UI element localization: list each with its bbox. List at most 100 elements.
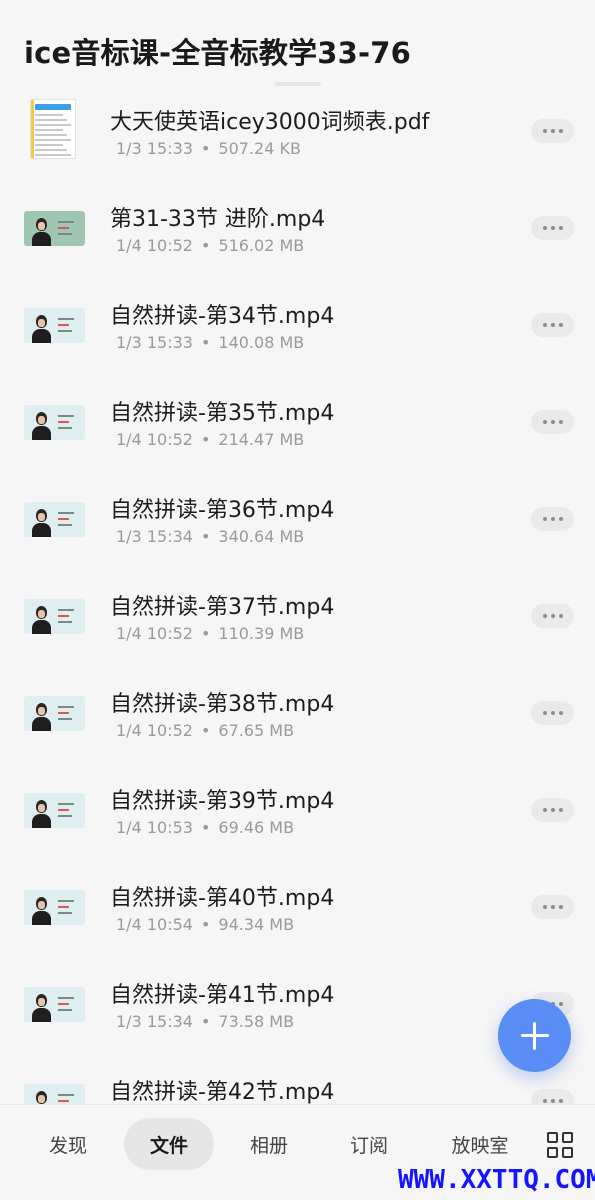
more-options-button[interactable] [531, 798, 574, 822]
file-meta: 1/4 10:52 • 67.65 MB [116, 721, 294, 740]
meta-separator: • [200, 527, 211, 546]
file-name: 自然拼读-第36节.mp4 [110, 498, 335, 523]
file-date: 1/3 15:33 [116, 139, 193, 158]
file-row[interactable]: 第31-33节 进阶.mp4 1/4 10:52 • 516.02 MB [0, 179, 595, 276]
page-title: ice音标课-全音标教学33-76 [24, 36, 411, 70]
file-meta: 1/4 10:52 • 516.02 MB [116, 236, 304, 255]
video-thumbnail [24, 696, 85, 731]
file-row[interactable]: 大天使英语icey3000词频表.pdf 1/3 15:33 • 507.24 KB [0, 82, 595, 179]
file-row[interactable]: 自然拼读-第39节.mp4 1/4 10:53 • 69.46 MB [0, 761, 595, 858]
file-date: 1/4 10:52 [116, 430, 193, 449]
file-size: 73.58 MB [218, 1012, 295, 1031]
file-name: 自然拼读-第34节.mp4 [110, 304, 335, 329]
more-options-button[interactable] [531, 313, 574, 337]
file-date: 1/3 15:34 [116, 1012, 193, 1031]
file-size: 214.47 MB [218, 430, 305, 449]
header: ice音标课-全音标教学33-76 [0, 0, 595, 90]
file-row[interactable]: 自然拼读-第38节.mp4 1/4 10:52 • 67.65 MB [0, 664, 595, 761]
video-thumbnail [24, 308, 85, 343]
file-list[interactable]: 大天使英语icey3000词频表.pdf 1/3 15:33 • 507.24 KB 第… [0, 82, 595, 1149]
file-name: 自然拼读-第38节.mp4 [110, 692, 335, 717]
file-row[interactable]: 自然拼读-第36节.mp4 1/3 15:34 • 340.64 MB [0, 470, 595, 567]
file-meta: 1/3 15:34 • 340.64 MB [116, 527, 304, 546]
file-size: 507.24 KB [218, 139, 301, 158]
file-date: 1/4 10:54 [116, 915, 193, 934]
meta-separator: • [200, 818, 211, 837]
file-name: 自然拼读-第42节.mp4 [110, 1080, 335, 1105]
file-row[interactable]: 自然拼读-第34节.mp4 1/3 15:33 • 140.08 MB [0, 276, 595, 373]
file-date: 1/3 15:34 [116, 527, 193, 546]
file-row[interactable]: 自然拼读-第35节.mp4 1/4 10:52 • 214.47 MB [0, 373, 595, 470]
file-date: 1/4 10:53 [116, 818, 193, 837]
more-options-button[interactable] [531, 507, 574, 531]
file-name: 自然拼读-第37节.mp4 [110, 595, 335, 620]
tab-subscribe[interactable]: 订阅 [324, 1118, 414, 1170]
meta-separator: • [200, 624, 211, 643]
file-size: 140.08 MB [218, 333, 305, 352]
more-dots-icon [542, 1099, 547, 1103]
watermark: WWW.XXTTQ.COM [398, 1165, 595, 1195]
file-meta: 1/3 15:34 • 73.58 MB [116, 1012, 294, 1031]
more-dots-icon [542, 323, 547, 327]
meta-separator: • [200, 333, 211, 352]
add-button[interactable] [498, 999, 571, 1072]
file-date: 1/4 10:52 [116, 624, 193, 643]
file-name: 自然拼读-第41节.mp4 [110, 983, 335, 1008]
video-thumbnail [24, 599, 85, 634]
video-thumbnail [24, 890, 85, 925]
tab-files[interactable]: 文件 [124, 1118, 214, 1170]
file-meta: 1/3 15:33 • 140.08 MB [116, 333, 304, 352]
more-dots-icon [542, 905, 547, 909]
more-options-button[interactable] [531, 701, 574, 725]
more-dots-icon [542, 711, 547, 715]
file-date: 1/4 10:52 [116, 721, 193, 740]
file-date: 1/4 10:52 [116, 236, 193, 255]
tab-album[interactable]: 相册 [224, 1118, 314, 1170]
file-date: 1/3 15:33 [116, 333, 193, 352]
more-options-button[interactable] [531, 604, 574, 628]
file-meta: 1/4 10:54 • 94.34 MB [116, 915, 294, 934]
video-thumbnail [24, 211, 85, 246]
more-dots-icon [542, 420, 547, 424]
meta-separator: • [200, 139, 211, 158]
more-options-button[interactable] [531, 895, 574, 919]
more-options-button[interactable] [531, 119, 574, 143]
file-name: 自然拼读-第39节.mp4 [110, 789, 335, 814]
file-meta: 1/4 10:52 • 110.39 MB [116, 624, 304, 643]
file-name: 自然拼读-第40节.mp4 [110, 886, 335, 911]
meta-separator: • [200, 915, 211, 934]
more-dots-icon [542, 129, 547, 133]
file-size: 67.65 MB [218, 721, 295, 740]
pdf-thumbnail [30, 99, 76, 159]
meta-separator: • [200, 721, 211, 740]
file-size: 516.02 MB [218, 236, 305, 255]
video-thumbnail [24, 793, 85, 828]
tab-theater[interactable]: 放映室 [435, 1118, 525, 1170]
file-size: 94.34 MB [218, 915, 295, 934]
video-thumbnail [24, 405, 85, 440]
file-row[interactable]: 自然拼读-第37节.mp4 1/4 10:52 • 110.39 MB [0, 567, 595, 664]
file-size: 340.64 MB [218, 527, 305, 546]
meta-separator: • [200, 430, 211, 449]
file-size: 110.39 MB [218, 624, 305, 643]
video-thumbnail [24, 987, 85, 1022]
file-name: 第31-33节 进阶.mp4 [110, 207, 326, 232]
more-dots-icon [542, 808, 547, 812]
file-size: 69.46 MB [218, 818, 295, 837]
scroll-indicator [275, 82, 321, 86]
file-meta: 1/4 10:53 • 69.46 MB [116, 818, 294, 837]
file-row[interactable]: 自然拼读-第40节.mp4 1/4 10:54 • 94.34 MB [0, 858, 595, 955]
video-thumbnail [24, 502, 85, 537]
more-options-button[interactable] [531, 410, 574, 434]
more-dots-icon [542, 517, 547, 521]
meta-separator: • [200, 1012, 211, 1031]
file-name: 自然拼读-第35节.mp4 [110, 401, 335, 426]
more-options-button[interactable] [531, 216, 574, 240]
tab-discover[interactable]: 发现 [23, 1118, 113, 1170]
grid-menu-icon[interactable] [547, 1132, 575, 1160]
file-meta: 1/3 15:33 • 507.24 KB [116, 139, 301, 158]
file-meta: 1/4 10:52 • 214.47 MB [116, 430, 304, 449]
more-dots-icon [542, 226, 547, 230]
file-name: 大天使英语icey3000词频表.pdf [110, 110, 430, 135]
more-dots-icon [542, 614, 547, 618]
